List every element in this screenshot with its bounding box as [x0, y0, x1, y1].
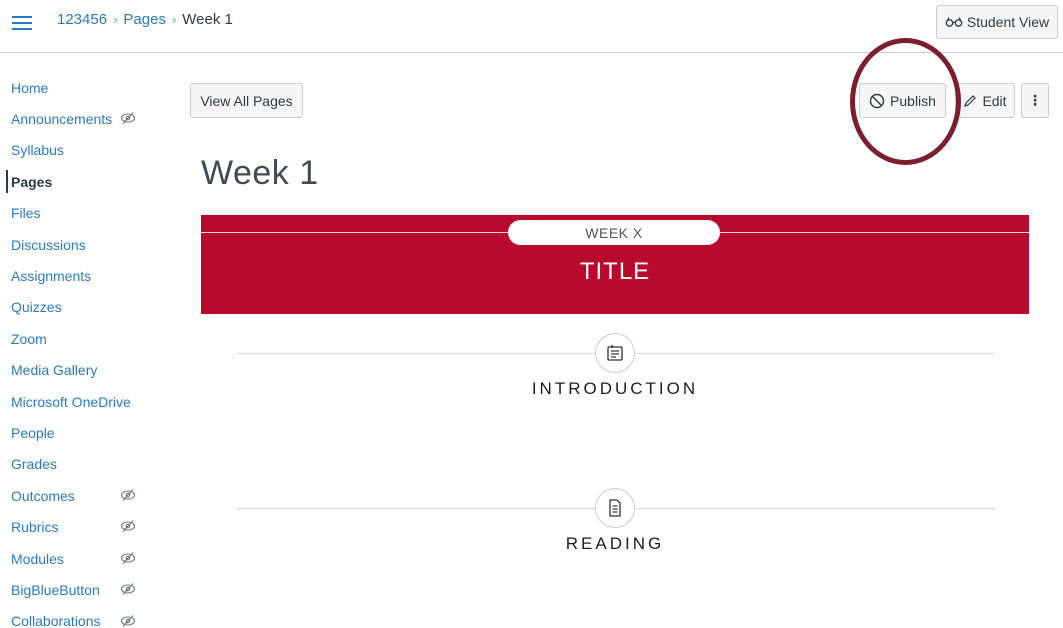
sidebar-item-media-gallery[interactable]: Media Gallery — [0, 355, 160, 386]
breadcrumb-separator-icon: › — [171, 12, 177, 27]
banner-title: TITLE — [579, 258, 651, 285]
sidebar-item-label: Quizzes — [11, 299, 62, 316]
sidebar-item-label: Rubrics — [11, 519, 59, 536]
sidebar-item-label: People — [11, 424, 55, 441]
hidden-eye-icon — [120, 583, 136, 596]
sidebar-item-label: Discussions — [11, 236, 86, 253]
sidebar-item-label: Grades — [11, 456, 57, 473]
sidebar-item-outcomes[interactable]: Outcomes — [0, 480, 160, 511]
student-view-label: Student View — [966, 14, 1050, 30]
breadcrumb-separator-icon: › — [113, 12, 118, 27]
document-icon — [595, 488, 635, 528]
sidebar-item-modules[interactable]: Modules — [0, 543, 160, 574]
sidebar-item-label: Syllabus — [11, 142, 64, 159]
sidebar-item-files[interactable]: Files — [0, 198, 160, 229]
hidden-eye-icon — [120, 614, 136, 627]
sidebar-item-discussions[interactable]: Discussions — [0, 229, 160, 260]
publish-button[interactable]: Publish — [859, 83, 946, 118]
sidebar-item-label: Modules — [11, 550, 64, 567]
sidebar-item-pages[interactable]: Pages — [0, 166, 160, 197]
top-bar: 123456 › Pages › Week 1 Student View — [0, 0, 1063, 53]
hidden-eye-icon — [120, 520, 136, 533]
page-title: Week 1 — [201, 154, 319, 192]
sidebar-item-grades[interactable]: Grades — [0, 449, 160, 480]
hidden-eye-icon — [120, 551, 136, 564]
sidebar-item-label: BigBlueButton — [11, 581, 100, 598]
week-label: WEEK X — [508, 220, 720, 245]
sidebar-item-label: Pages — [11, 173, 53, 190]
sidebar-item-label: Outcomes — [11, 487, 75, 504]
sidebar-item-announcements[interactable]: Announcements — [0, 103, 160, 134]
sidebar-item-bigbluebutton[interactable]: BigBlueButton — [0, 574, 160, 605]
sidebar-item-label: Media Gallery — [11, 362, 98, 379]
sidebar-item-label: Zoom — [11, 330, 47, 347]
section-heading-reading: READING — [565, 534, 665, 553]
view-all-pages-label: View All Pages — [200, 92, 293, 109]
notepad-icon — [595, 333, 635, 373]
hidden-eye-icon — [120, 112, 136, 125]
more-options-button[interactable]: ⋮ — [1021, 83, 1049, 118]
sidebar-item-label: Announcements — [11, 111, 113, 128]
sidebar-item-quizzes[interactable]: Quizzes — [0, 292, 160, 323]
week-banner: WEEK X TITLE — [201, 215, 1029, 314]
course-navigation: Home Announcements Syllabus Pages Files Discu… — [0, 72, 160, 628]
unpublished-icon — [869, 93, 885, 108]
sidebar-item-rubrics[interactable]: Rubrics — [0, 511, 160, 542]
sidebar-item-label: Files — [11, 205, 41, 222]
sidebar-item-people[interactable]: People — [0, 417, 160, 448]
view-all-pages-button[interactable]: View All Pages — [190, 83, 303, 118]
glasses-icon — [945, 17, 963, 27]
breadcrumb-current: Week 1 — [182, 11, 233, 28]
hamburger-menu-icon[interactable] — [12, 14, 34, 30]
sidebar-item-zoom[interactable]: Zoom — [0, 323, 160, 354]
pencil-icon — [964, 94, 977, 107]
section-heading-introduction: INTRODUCTION — [531, 379, 699, 398]
student-view-button[interactable]: Student View — [936, 5, 1058, 39]
breadcrumb-pages[interactable]: Pages — [123, 11, 166, 28]
kebab-menu-icon: ⋮ — [1028, 92, 1042, 108]
sidebar-item-label: Collaborations — [11, 613, 101, 628]
sidebar-item-microsoft-onedrive[interactable]: Microsoft OneDrive — [0, 386, 160, 417]
sidebar-item-label: Assignments — [11, 268, 92, 285]
breadcrumb: 123456 › Pages › Week 1 — [57, 11, 233, 28]
publish-label: Publish — [890, 92, 936, 109]
sidebar-item-label: Microsoft OneDrive — [11, 393, 131, 410]
edit-button[interactable]: Edit — [955, 83, 1015, 118]
sidebar-item-syllabus[interactable]: Syllabus — [0, 135, 160, 166]
sidebar-item-assignments[interactable]: Assignments — [0, 260, 160, 291]
sidebar-item-collaborations[interactable]: Collaborations — [0, 606, 160, 628]
hidden-eye-icon — [120, 489, 136, 501]
sidebar-item-label: Home — [11, 79, 49, 96]
breadcrumb-course[interactable]: 123456 — [57, 11, 107, 28]
edit-label: Edit — [982, 92, 1007, 109]
sidebar-item-home[interactable]: Home — [0, 72, 160, 103]
